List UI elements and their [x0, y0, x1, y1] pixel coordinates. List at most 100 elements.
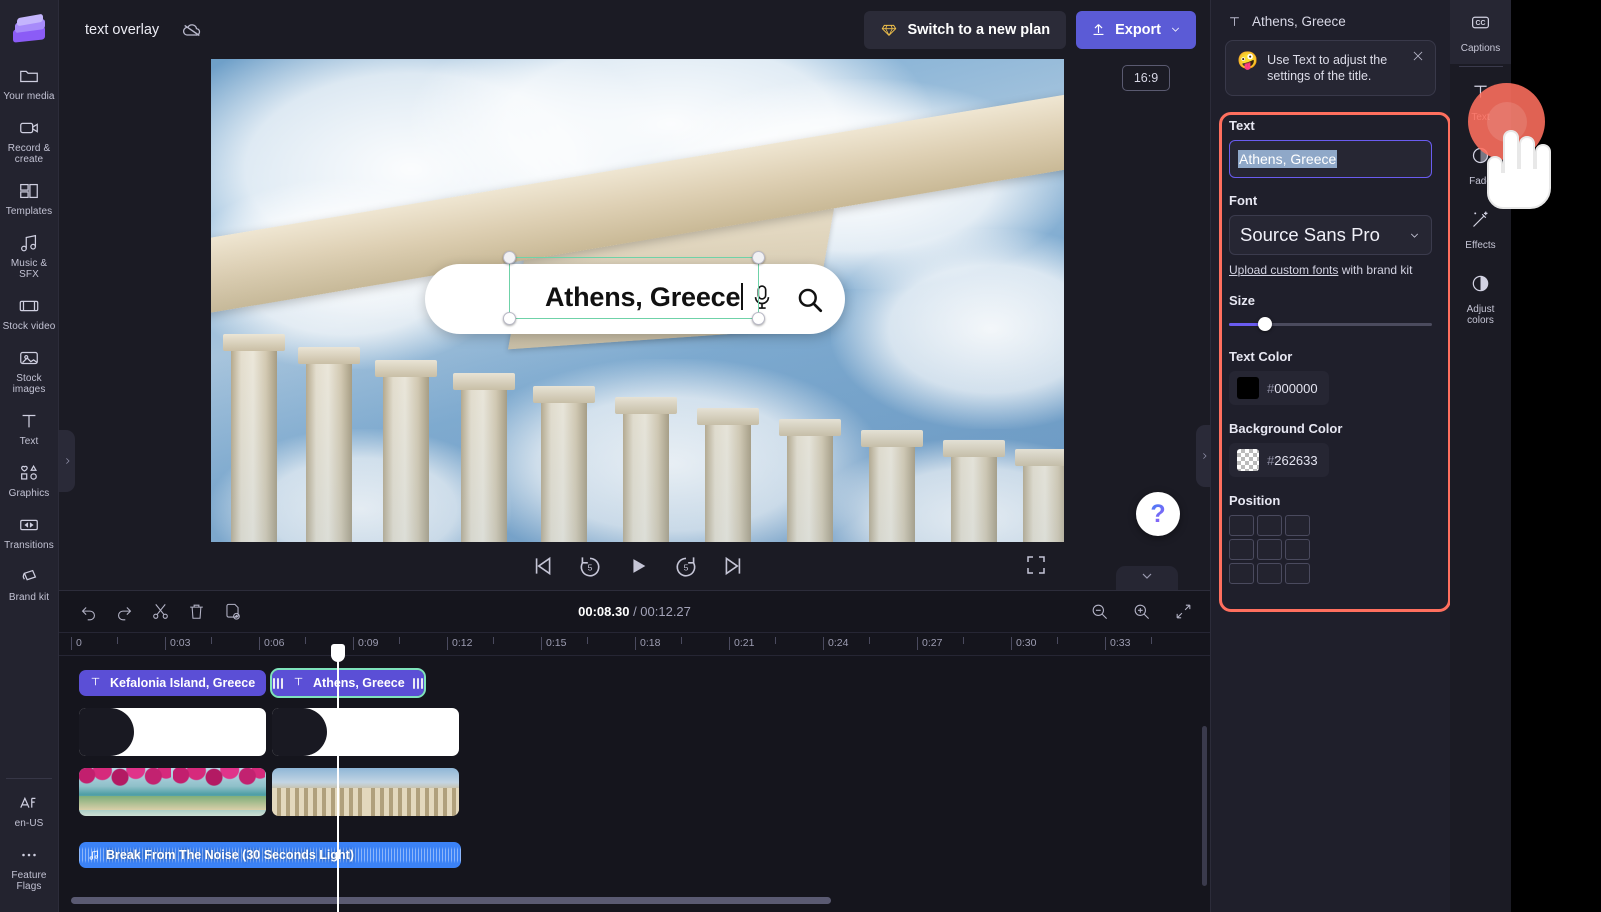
fullscreen-button[interactable] — [1024, 553, 1048, 577]
video-preview[interactable]: Athens, Greece — [211, 59, 1064, 542]
panel-title: Athens, Greece — [1252, 14, 1346, 29]
resize-handle-top-left[interactable] — [503, 251, 516, 264]
position-cell-bottom-right[interactable] — [1285, 563, 1310, 584]
close-tip-button[interactable] — [1411, 49, 1427, 65]
playhead[interactable] — [331, 644, 345, 912]
timeline-ruler[interactable]: 0 0:03 0:06 0:09 0:12 0:15 0:18 0:21 0:2… — [59, 632, 1210, 656]
tool-captions[interactable]: CC Captions — [1450, 0, 1511, 64]
sidebar-item-label: Text — [19, 436, 39, 447]
timeline-clip-text-1[interactable]: Kefalonia Island, Greece — [79, 670, 266, 696]
resize-handle-bottom-left[interactable] — [503, 312, 516, 325]
size-slider-knob[interactable] — [1258, 317, 1272, 331]
sidebar-item-language[interactable]: en-US — [0, 783, 59, 835]
chevron-down-icon — [1410, 233, 1419, 238]
timeline-panel: 00:08.30 / 00:12.27 0 0:03 0:06 0:09 0:1… — [59, 590, 1210, 912]
timeline-clip-overlay-2[interactable] — [272, 708, 459, 756]
timeline-clip-audio[interactable]: Break From The Noise (30 Seconds Light) — [79, 842, 461, 868]
aspect-ratio-badge[interactable]: 16:9 — [1122, 65, 1170, 91]
trim-handle-right[interactable] — [412, 670, 424, 696]
expand-left-panel-button[interactable] — [59, 430, 75, 492]
clipchamp-editor-window: Your media Record & create Templates Mus… — [0, 0, 1601, 912]
delete-button[interactable] — [181, 598, 211, 626]
position-cell-bottom-center[interactable] — [1257, 563, 1282, 584]
magic-wand-icon — [1470, 209, 1491, 235]
sidebar-item-graphics[interactable]: Graphics — [0, 453, 59, 505]
resize-handle-bottom-right[interactable] — [752, 312, 765, 325]
tip-callout: 🤪 Use Text to adjust the settings of the… — [1225, 40, 1436, 96]
sidebar-item-transitions[interactable]: Transitions — [0, 505, 59, 557]
text-color-swatch[interactable] — [1237, 377, 1259, 399]
sidebar-item-text[interactable]: Text — [0, 401, 59, 453]
position-cell-top-right[interactable] — [1285, 515, 1310, 536]
sidebar-item-stock-video[interactable]: Stock video — [0, 286, 59, 338]
text-color-picker[interactable]: #000000 — [1229, 371, 1329, 405]
timeline-clip-video-kefalonia[interactable] — [79, 768, 266, 816]
position-cell-top-left[interactable] — [1229, 515, 1254, 536]
project-name-field[interactable]: text overlay — [73, 15, 171, 45]
forward-5-button[interactable]: 5 — [673, 553, 699, 579]
size-slider[interactable] — [1229, 315, 1432, 333]
ruler-tick: 0:09 — [353, 637, 378, 650]
timeline-clip-text-2[interactable]: Athens, Greece — [270, 668, 426, 698]
zoom-in-button[interactable] — [1126, 598, 1156, 626]
text-input[interactable]: Athens, Greece — [1229, 140, 1432, 178]
skip-to-start-button[interactable] — [529, 553, 555, 579]
text-selection-box[interactable] — [503, 251, 765, 325]
timeline-vertical-scrollbar[interactable] — [1202, 726, 1207, 886]
current-time: 00:08.30 — [578, 604, 630, 619]
position-cell-middle-left[interactable] — [1229, 539, 1254, 560]
rail-divider — [6, 778, 52, 779]
cloud-off-icon[interactable] — [175, 14, 209, 46]
switch-plan-button[interactable]: Switch to a new plan — [864, 10, 1067, 49]
ruler-tick: 0:12 — [447, 637, 472, 650]
tip-text: Use Text to adjust the settings of the t… — [1267, 53, 1388, 83]
clip-label: Kefalonia Island, Greece — [110, 676, 256, 690]
background-color-picker[interactable]: #262633 — [1229, 443, 1329, 477]
sidebar-item-brand-kit[interactable]: Brand kit — [0, 557, 59, 609]
resize-handle-top-right[interactable] — [752, 251, 765, 264]
rewind-5-button[interactable]: 5 — [577, 553, 603, 579]
sidebar-item-label: Templates — [5, 206, 53, 217]
templates-icon — [16, 180, 42, 202]
sidebar-item-your-media[interactable]: Your media — [0, 56, 59, 108]
font-dropdown[interactable]: Source Sans Pro — [1229, 215, 1432, 255]
split-button[interactable] — [145, 598, 175, 626]
duplicate-button[interactable] — [217, 598, 247, 626]
position-label: Position — [1229, 493, 1281, 508]
chevron-right-icon — [1202, 453, 1207, 459]
zoom-out-button[interactable] — [1084, 598, 1114, 626]
timeline-tracks: Kefalonia Island, Greece Athens, Greece — [59, 644, 1210, 912]
help-button[interactable]: ? — [1136, 492, 1180, 536]
folder-icon — [16, 65, 42, 87]
upload-custom-fonts-link[interactable]: Upload custom fonts — [1229, 263, 1338, 277]
playhead-knob[interactable] — [331, 644, 345, 662]
timeline-toolbar: 00:08.30 / 00:12.27 — [59, 591, 1210, 632]
sidebar-item-record-create[interactable]: Record & create — [0, 108, 59, 171]
skip-to-end-button[interactable] — [721, 553, 747, 579]
timeline-clip-video-athens[interactable] — [272, 768, 459, 816]
background-color-swatch[interactable] — [1237, 449, 1259, 471]
fit-to-screen-button[interactable] — [1168, 598, 1198, 626]
sidebar-item-stock-images[interactable]: Stock images — [0, 338, 59, 401]
sidebar-item-feature-flags[interactable]: Feature Flags — [0, 835, 59, 898]
timeline-clip-overlay-1[interactable] — [79, 708, 266, 756]
position-cell-middle-right[interactable] — [1285, 539, 1310, 560]
ruler-tick: 0:15 — [541, 637, 566, 650]
export-button[interactable]: Export — [1076, 10, 1196, 49]
undo-button[interactable] — [73, 598, 103, 626]
trim-handle-left[interactable] — [272, 670, 284, 696]
sidebar-item-templates[interactable]: Templates — [0, 171, 59, 223]
position-cell-top-center[interactable] — [1257, 515, 1282, 536]
position-cell-bottom-left[interactable] — [1229, 563, 1254, 584]
position-cell-middle-center[interactable] — [1257, 539, 1282, 560]
music-note-icon — [16, 232, 42, 254]
font-label: Font — [1229, 193, 1258, 208]
tool-adjust-colors[interactable]: Adjust colors — [1450, 261, 1511, 336]
sidebar-item-label: Brand kit — [8, 592, 50, 603]
sidebar-item-music-sfx[interactable]: Music & SFX — [0, 223, 59, 286]
play-button[interactable] — [625, 553, 651, 579]
collapse-preview-tab[interactable] — [1116, 566, 1178, 590]
timeline-horizontal-scrollbar[interactable] — [71, 897, 831, 904]
redo-button[interactable] — [109, 598, 139, 626]
svg-text:5: 5 — [683, 562, 688, 572]
